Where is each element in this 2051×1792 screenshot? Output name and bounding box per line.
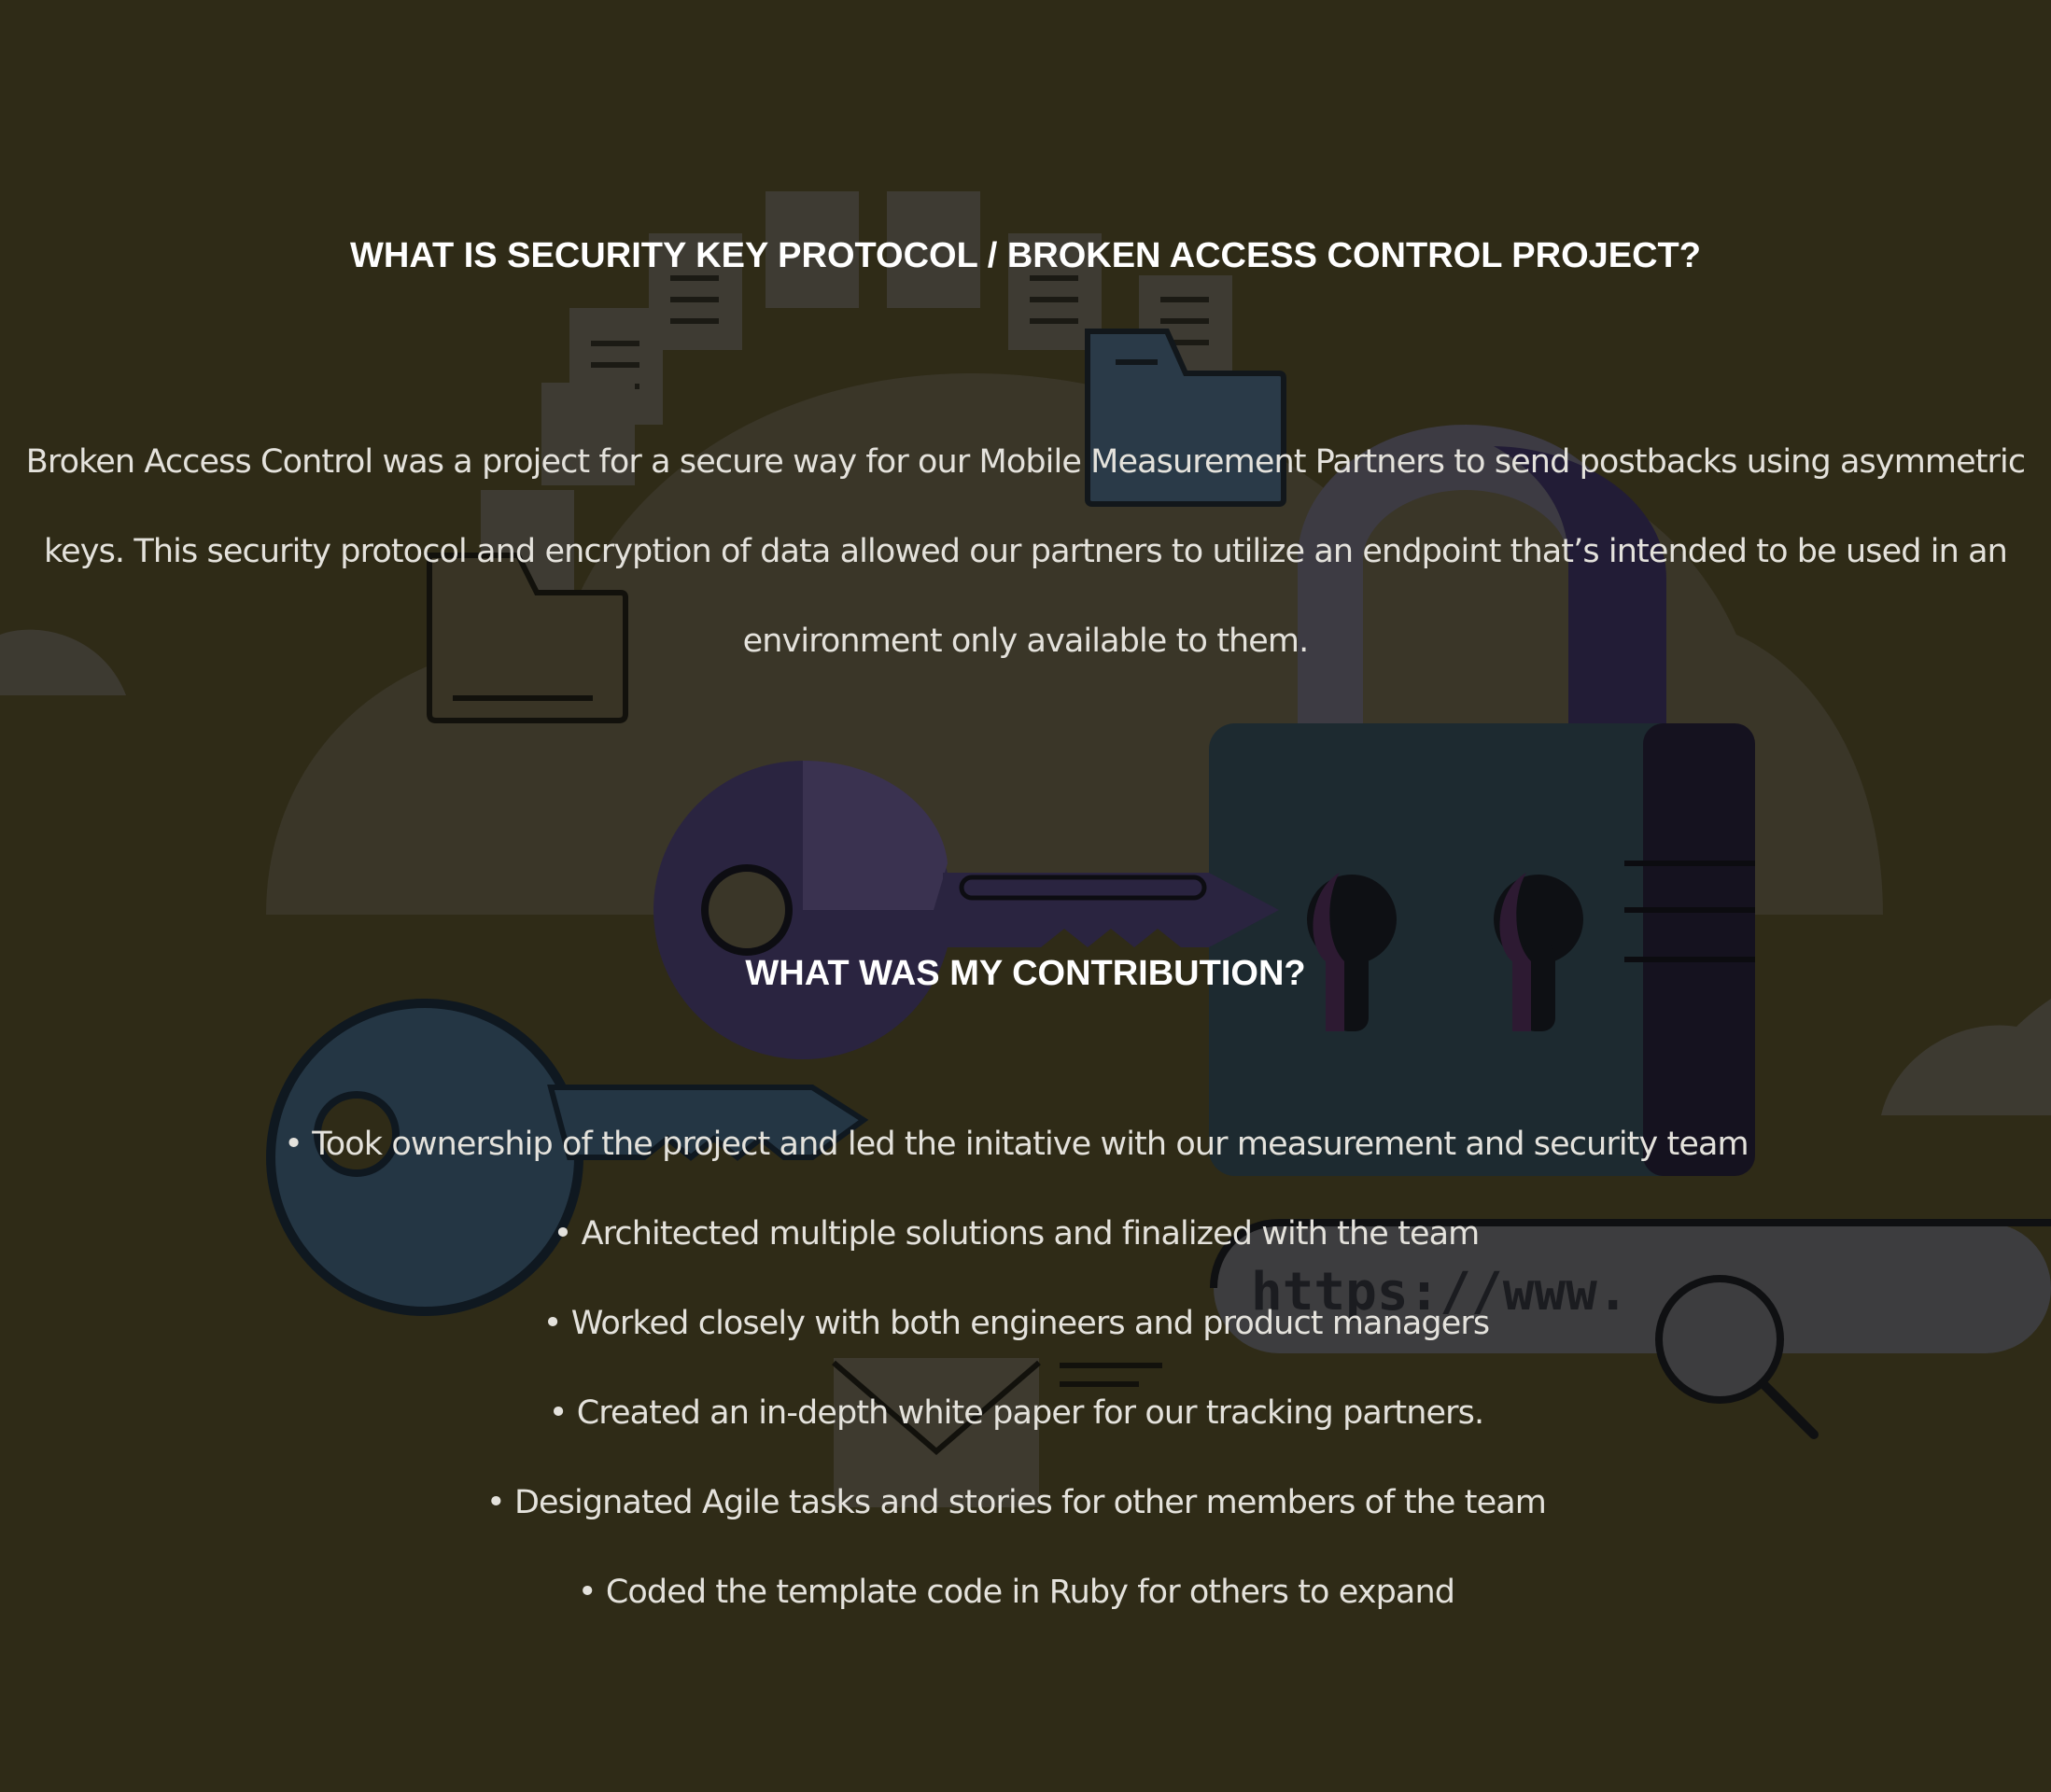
list-item: • Coded the template code in Ruby for ot…: [577, 1574, 1455, 1611]
project-title: WHAT IS SECURITY KEY PROTOCOL / BROKEN A…: [350, 236, 1701, 275]
contribution-list: • Took ownership of the project and led …: [0, 1099, 2051, 1637]
list-item: • Took ownership of the project and led …: [284, 1126, 1749, 1163]
content-overlay: WHAT IS SECURITY KEY PROTOCOL / BROKEN A…: [0, 0, 2051, 1792]
project-description: Broken Access Control was a project for …: [25, 443, 2026, 660]
contribution-title: WHAT WAS MY CONTRIBUTION?: [745, 954, 1306, 993]
list-item: • Designated Agile tasks and stories for…: [486, 1484, 1547, 1521]
list-item: • Created an in-depth white paper for ou…: [548, 1394, 1484, 1432]
page: https://www. WHAT IS SECURITY KEY PROTOC…: [0, 0, 2051, 1792]
list-item: • Worked closely with both engineers and…: [542, 1305, 1490, 1342]
list-item: • Architected multiple solutions and fin…: [553, 1215, 1481, 1253]
